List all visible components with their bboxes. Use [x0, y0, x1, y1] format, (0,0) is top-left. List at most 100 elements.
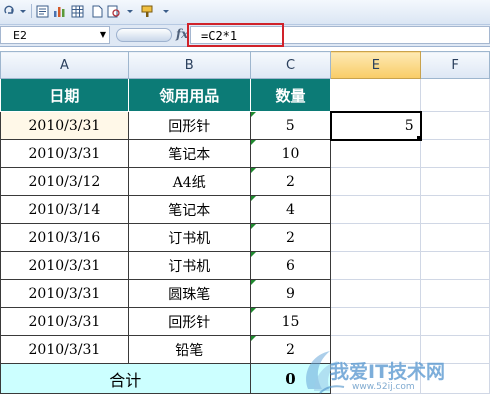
- table-row: 2010/3/16 订书机 2: [0, 223, 490, 252]
- cell-qty[interactable]: 4: [249, 195, 332, 224]
- error-indicator-icon: [251, 224, 256, 229]
- header-item[interactable]: 领用用品: [127, 78, 251, 112]
- cell-date[interactable]: 2010/3/31: [0, 139, 129, 168]
- column-header-e[interactable]: E: [330, 51, 422, 79]
- formula-text: =C2*1: [201, 29, 238, 43]
- cell-empty[interactable]: [420, 167, 490, 196]
- table-header-row: 日期 领用用品 数量: [0, 78, 490, 112]
- cell-qty-value: 5: [285, 117, 295, 134]
- cell-empty[interactable]: [420, 139, 490, 168]
- cell-item[interactable]: 订书机: [127, 251, 251, 280]
- cell-item[interactable]: 回形针: [127, 307, 251, 336]
- cell-date[interactable]: 2010/3/31: [0, 307, 129, 336]
- cell-empty[interactable]: [420, 279, 490, 308]
- cell-item[interactable]: 订书机: [127, 223, 251, 252]
- cell-qty-value: 6: [286, 257, 295, 274]
- cell-empty[interactable]: [330, 279, 422, 308]
- cell-f2[interactable]: [420, 111, 490, 140]
- cell-item[interactable]: 铅笔: [127, 335, 251, 364]
- cell-date[interactable]: 2010/3/31: [0, 251, 129, 280]
- cell-qty[interactable]: 2: [249, 167, 332, 196]
- header-date[interactable]: 日期: [0, 78, 129, 112]
- name-box[interactable]: E2 ▼: [0, 26, 110, 44]
- error-indicator-icon: [251, 112, 256, 117]
- quick-access-toolbar: [0, 0, 490, 25]
- cell-empty[interactable]: [420, 251, 490, 280]
- cell-f1[interactable]: [420, 78, 490, 112]
- cell-empty[interactable]: [420, 223, 490, 252]
- cell-date[interactable]: 2010/3/12: [0, 167, 129, 196]
- column-header-f[interactable]: F: [420, 51, 490, 79]
- cell-qty-value: 15: [281, 313, 300, 330]
- cell-qty[interactable]: 9: [249, 279, 332, 308]
- cell-empty[interactable]: [330, 223, 422, 252]
- table-row: 2010/3/31 回形针 5 5: [0, 110, 490, 141]
- cell-date[interactable]: 2010/3/31: [0, 335, 129, 364]
- form-icon[interactable]: [35, 3, 50, 19]
- table-row: 2010/3/31 订书机 6: [0, 251, 490, 280]
- dropdown-arrow-icon[interactable]: [158, 3, 173, 19]
- table-row: 2010/3/31 回形针 15: [0, 307, 490, 336]
- cell-qty[interactable]: 2: [249, 223, 332, 252]
- error-indicator-icon: [251, 140, 256, 145]
- dropdown-arrow-icon[interactable]: [15, 3, 30, 19]
- insert-function-icon[interactable]: fx: [176, 27, 188, 41]
- table-row: 2010/3/31 圆珠笔 9: [0, 279, 490, 308]
- column-header-a[interactable]: A: [0, 51, 129, 79]
- watermark-url: www.52ij.com: [352, 382, 415, 392]
- cell-qty-value: 9: [286, 285, 295, 302]
- new-document-icon[interactable]: [89, 3, 104, 19]
- cell-qty-value: 2: [286, 341, 295, 358]
- error-indicator-icon: [251, 336, 256, 341]
- cell-qty-value: 2: [286, 229, 295, 246]
- chart-icon[interactable]: [52, 3, 67, 19]
- toolbar-separator: [31, 4, 32, 18]
- cell-qty[interactable]: 10: [249, 139, 332, 168]
- name-box-dropdown-icon[interactable]: ▼: [100, 30, 106, 39]
- format-painter-icon[interactable]: [140, 3, 155, 19]
- header-qty[interactable]: 数量: [249, 78, 332, 112]
- error-indicator-icon: [251, 168, 256, 173]
- cell-date[interactable]: 2010/3/14: [0, 195, 129, 224]
- formula-bar-splitter[interactable]: [116, 28, 172, 42]
- cell-empty[interactable]: [330, 251, 422, 280]
- site-watermark: 我爱IT技术网 www.52ij.com: [300, 345, 490, 401]
- table-row: 2010/3/14 笔记本 4: [0, 195, 490, 224]
- cell-qty[interactable]: 6: [249, 251, 332, 280]
- cell-item[interactable]: 圆珠笔: [127, 279, 251, 308]
- name-box-value: E2: [13, 29, 27, 42]
- cell-item[interactable]: 回形针: [127, 111, 251, 140]
- cell-item[interactable]: 笔记本: [127, 139, 251, 168]
- preview-icon[interactable]: [106, 3, 121, 19]
- cell-qty-value: 2: [286, 173, 295, 190]
- error-indicator-icon: [251, 308, 256, 313]
- selected-cell-e2[interactable]: 5: [329, 110, 422, 141]
- cell-empty[interactable]: [330, 167, 422, 196]
- cell-empty[interactable]: [330, 195, 422, 224]
- error-indicator-icon: [251, 252, 256, 257]
- cell-qty[interactable]: 5: [249, 111, 332, 140]
- total-label[interactable]: 合计: [0, 363, 251, 394]
- cell-item[interactable]: A4纸: [127, 167, 251, 196]
- cell-item[interactable]: 笔记本: [127, 195, 251, 224]
- cell-date[interactable]: 2010/3/31: [0, 279, 129, 308]
- column-header-b[interactable]: B: [127, 51, 251, 79]
- spreadsheet-grid: A B C E F 日期 领用用品 数量 2010/3/31 回形针 5 5 2…: [0, 51, 490, 394]
- cell-empty[interactable]: [420, 195, 490, 224]
- table-icon[interactable]: [70, 3, 85, 19]
- dropdown-arrow-icon[interactable]: [122, 3, 137, 19]
- column-header-c[interactable]: C: [249, 51, 332, 79]
- cell-date[interactable]: 2010/3/16: [0, 223, 129, 252]
- error-indicator-icon: [251, 280, 256, 285]
- cell-empty[interactable]: [330, 139, 422, 168]
- cell-date[interactable]: 2010/3/31: [0, 111, 129, 140]
- cell-empty[interactable]: [420, 307, 490, 336]
- cell-qty-value: 10: [281, 145, 300, 162]
- selected-cell-value: 5: [404, 117, 414, 134]
- cell-qty[interactable]: 15: [249, 307, 332, 336]
- cell-e1[interactable]: [330, 78, 422, 112]
- cell-qty-value: 4: [286, 201, 295, 218]
- table-row: 2010/3/12 A4纸 2: [0, 167, 490, 196]
- redo-icon[interactable]: [1, 3, 16, 19]
- cell-empty[interactable]: [330, 307, 422, 336]
